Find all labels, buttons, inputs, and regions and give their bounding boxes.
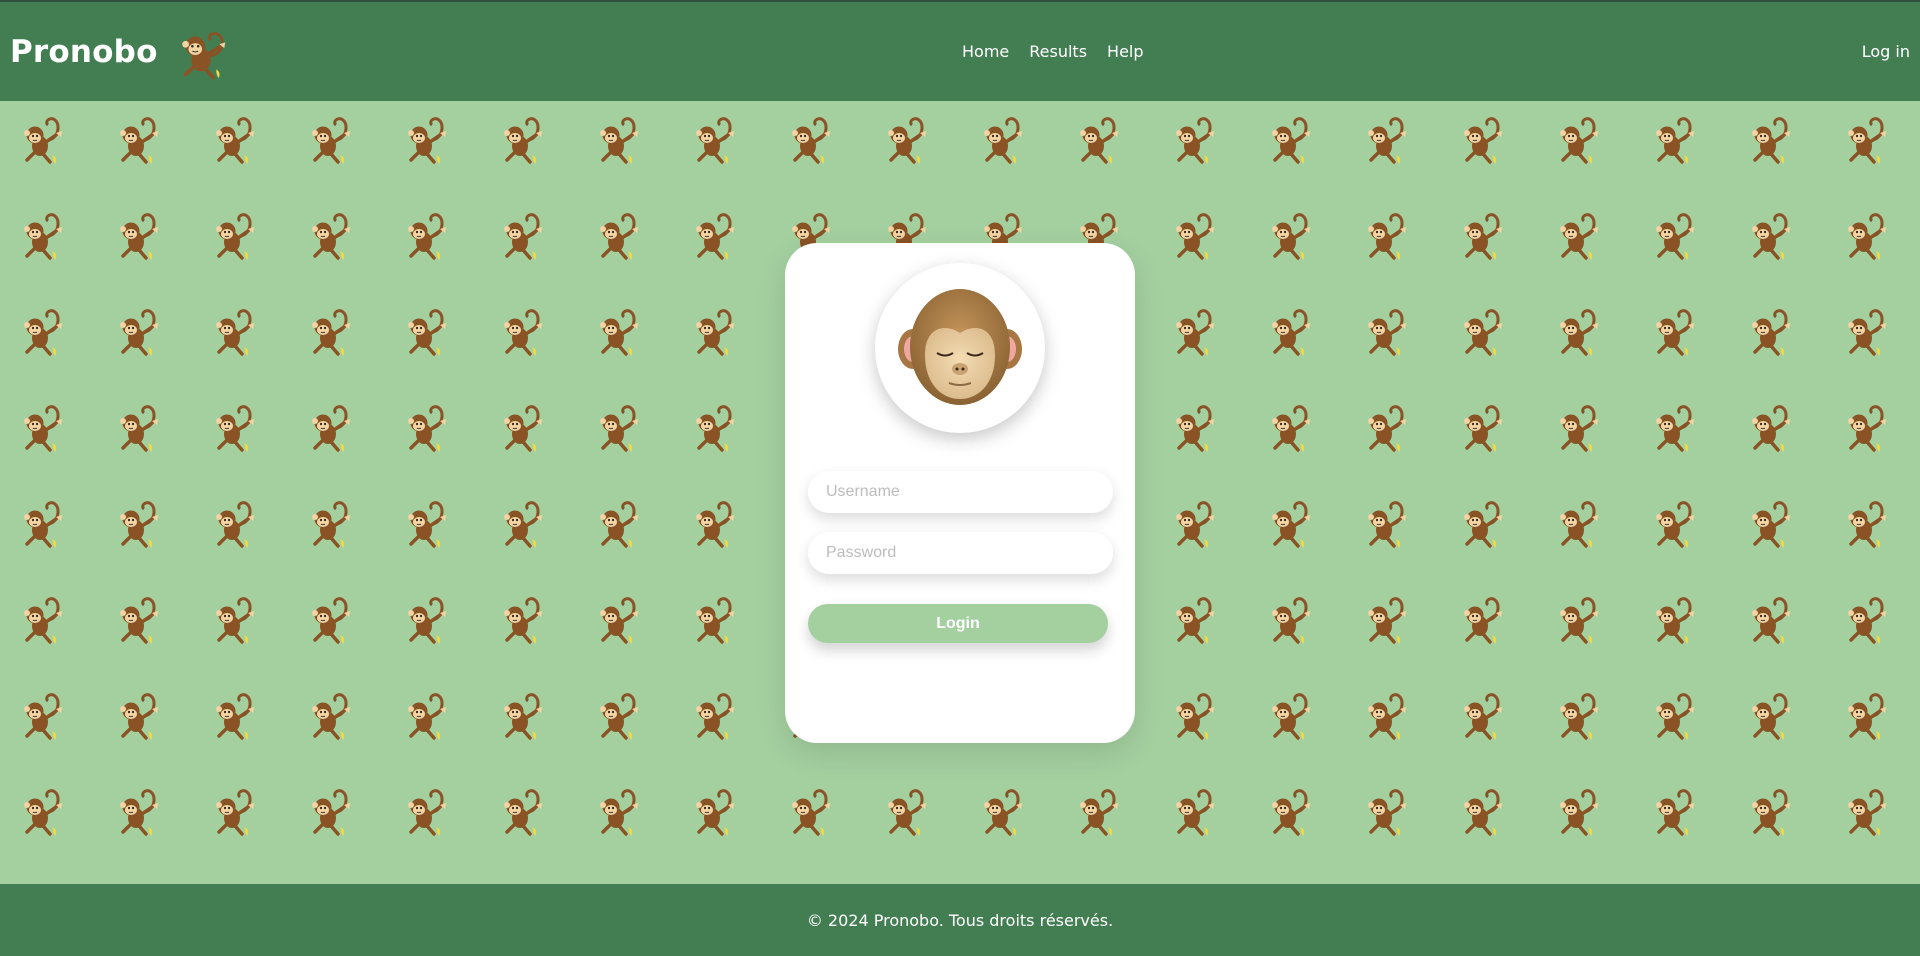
sleeping-monkey-face-icon <box>898 289 1022 405</box>
site-footer: © 2024 Pronobo. Tous droits réservés. <box>0 884 1920 956</box>
nav-help-link[interactable]: Help <box>1107 42 1143 61</box>
username-input[interactable] <box>808 471 1113 513</box>
login-card: Login <box>785 243 1135 743</box>
main-nav: Home Results Help <box>962 2 1144 101</box>
footer-copyright: © 2024 Pronobo. Tous droits réservés. <box>806 910 1114 930</box>
main-content: Login <box>0 101 1920 884</box>
login-button[interactable]: Login <box>808 604 1108 643</box>
nav-home-link[interactable]: Home <box>962 42 1009 61</box>
brand[interactable]: Pronobo <box>10 2 232 101</box>
password-input[interactable] <box>808 532 1113 574</box>
monkey-icon <box>181 31 225 79</box>
brand-name: Pronobo <box>10 33 158 70</box>
site-header: Pronobo Home Results Help Log in <box>0 2 1920 101</box>
login-link[interactable]: Log in <box>1862 2 1910 101</box>
avatar <box>875 263 1045 433</box>
nav-results-link[interactable]: Results <box>1029 42 1087 61</box>
